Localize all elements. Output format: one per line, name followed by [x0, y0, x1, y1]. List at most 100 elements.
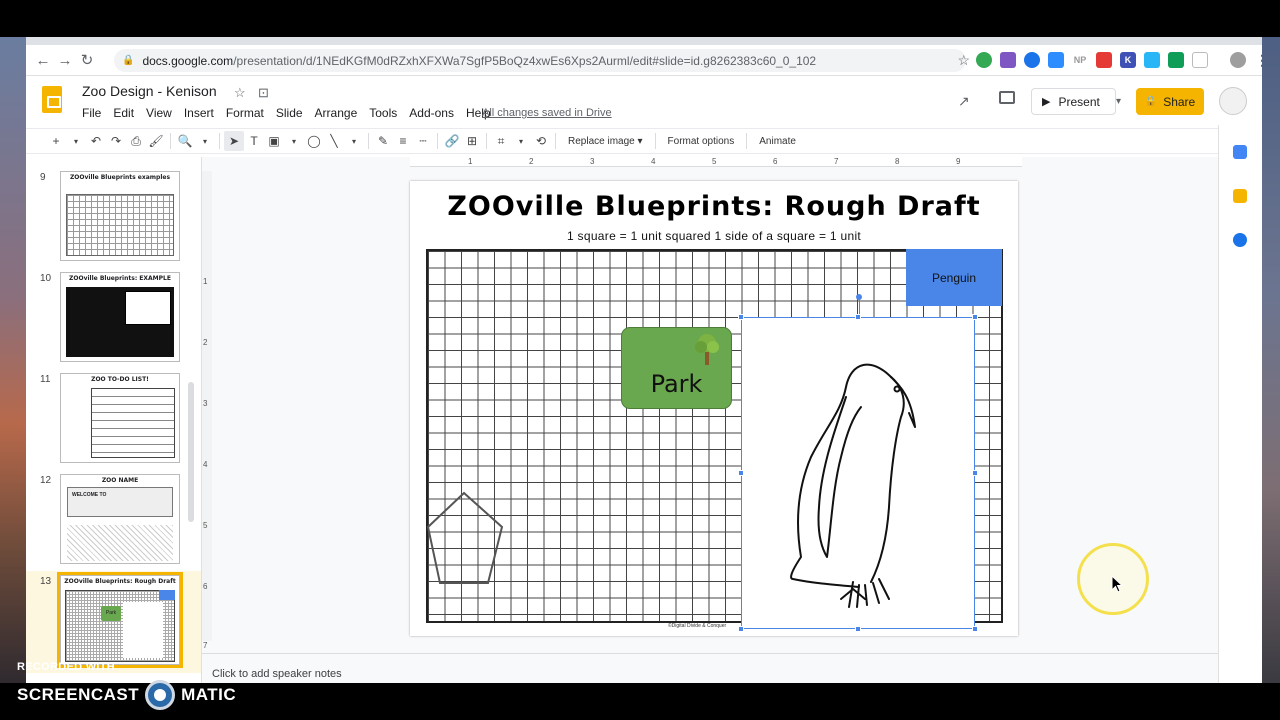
resize-handle[interactable] [738, 626, 744, 632]
text-box-icon[interactable]: T [244, 131, 264, 151]
bookmark-star-icon[interactable]: ☆ [957, 52, 970, 69]
url-field[interactable]: 🔒 docs.google.com /presentation/d/1NEdKG… [114, 49, 970, 72]
zoom-icon[interactable]: 🔍 [175, 131, 195, 151]
zoom-dropdown-icon[interactable]: ▾ [195, 131, 215, 151]
toolbar-divider [368, 133, 369, 149]
print-icon[interactable]: ⎙ [126, 131, 146, 151]
animate-button[interactable]: Animate [751, 136, 804, 147]
menu-tools[interactable]: Tools [369, 106, 397, 120]
slide-thumbnail[interactable]: ZOO TO-DO LIST! [60, 373, 180, 463]
extension-icon[interactable]: K [1120, 52, 1136, 68]
shape-icon[interactable]: ◯ [304, 131, 324, 151]
extension-icon[interactable]: NP [1072, 52, 1088, 68]
filmstrip-scrollbar[interactable] [188, 382, 194, 522]
image-selection-box[interactable] [741, 317, 975, 629]
menu-view[interactable]: View [146, 106, 172, 120]
share-button[interactable]: 🔒 Share [1136, 88, 1204, 115]
extension-icon[interactable] [1096, 52, 1112, 68]
ruler-tick: 1 [203, 277, 208, 286]
resize-handle[interactable] [972, 314, 978, 320]
extension-icon[interactable] [1192, 52, 1208, 68]
slide-thumbnail[interactable]: ZOOville Blueprints: EXAMPLE [60, 272, 180, 362]
slide[interactable]: ZOOville Blueprints: Rough Draft 1 squar… [410, 181, 1018, 636]
slides-logo-icon[interactable] [42, 86, 62, 113]
slide-number: 9 [40, 172, 46, 183]
paint-format-icon[interactable]: 🖌 [146, 131, 166, 151]
line-dropdown-icon[interactable]: ▾ [344, 131, 364, 151]
new-slide-icon[interactable]: + [46, 131, 66, 151]
extension-icon[interactable] [1168, 52, 1184, 68]
replace-image-button[interactable]: Replace image ▾ [560, 136, 651, 147]
notes-divider[interactable] [202, 653, 1218, 654]
redo-icon[interactable]: ↷ [106, 131, 126, 151]
extension-icon[interactable] [1144, 52, 1160, 68]
border-weight-icon[interactable]: ≡ [393, 131, 413, 151]
resize-handle[interactable] [972, 626, 978, 632]
thumbnail-title: ZOOville Blueprints: EXAMPLE [69, 275, 171, 282]
extension-icon[interactable] [1024, 52, 1040, 68]
reload-icon[interactable]: ↻ [76, 49, 98, 71]
speaker-notes-field[interactable]: Click to add speaker notes [212, 668, 342, 680]
slide-title[interactable]: ZOOville Blueprints: Rough Draft [410, 191, 1018, 222]
extension-icon[interactable] [1000, 52, 1016, 68]
calendar-icon[interactable] [1233, 145, 1247, 159]
slide-thumbnail[interactable]: ZOO NAME WELCOME TO [60, 474, 180, 564]
pentagon-shape[interactable] [426, 491, 506, 587]
slide-subtitle[interactable]: 1 square = 1 unit squared 1 side of a sq… [410, 229, 1018, 243]
forward-icon[interactable]: → [54, 49, 76, 71]
resize-handle[interactable] [855, 626, 861, 632]
reset-image-icon[interactable]: ⟲ [531, 131, 551, 151]
move-folder-icon[interactable]: ⊡ [258, 85, 269, 101]
avatar[interactable] [1219, 87, 1247, 115]
thumbnail-penguin [123, 602, 163, 658]
insert-link-icon[interactable]: 🔗 [442, 131, 462, 151]
menu-format[interactable]: Format [226, 106, 264, 120]
present-button[interactable]: ▶ Present [1031, 88, 1116, 115]
activity-dashboard-icon[interactable]: ↗ [958, 93, 970, 110]
ruler-tick: 5 [712, 157, 717, 166]
crop-dropdown-icon[interactable]: ▾ [511, 131, 531, 151]
select-tool-icon[interactable]: ➤ [224, 131, 244, 151]
resize-handle[interactable] [855, 314, 861, 320]
resize-handle[interactable] [738, 470, 744, 476]
resize-handle[interactable] [738, 314, 744, 320]
toolbar-divider [219, 133, 220, 149]
replace-image-label: Replace image [568, 135, 635, 147]
add-comment-icon[interactable]: ⊞ [462, 131, 482, 151]
save-status-link[interactable]: All changes saved in Drive [482, 107, 612, 119]
extension-icon[interactable] [976, 52, 992, 68]
park-exhibit-box[interactable]: Park [621, 327, 732, 409]
format-options-button[interactable]: Format options [660, 136, 743, 147]
document-title[interactable]: Zoo Design - Kenison [82, 83, 217, 99]
new-slide-dropdown-icon[interactable]: ▾ [66, 131, 86, 151]
crop-icon[interactable]: ⌗ [491, 131, 511, 151]
present-dropdown-icon[interactable]: ▾ [1116, 88, 1130, 115]
menu-insert[interactable]: Insert [184, 106, 214, 120]
undo-icon[interactable]: ↶ [86, 131, 106, 151]
star-icon[interactable]: ☆ [234, 85, 246, 101]
thumbnail-park: Park [101, 606, 121, 621]
back-icon[interactable]: ← [32, 49, 54, 71]
profile-icon[interactable] [1230, 52, 1246, 68]
menu-arrange[interactable]: Arrange [315, 106, 358, 120]
penguin-exhibit-box[interactable]: Penguin [906, 249, 1002, 306]
comments-icon[interactable] [999, 91, 1015, 104]
resize-handle[interactable] [972, 470, 978, 476]
border-color-icon[interactable]: ✎ [373, 131, 393, 151]
browser-menu-icon[interactable]: ⋮ [1254, 52, 1262, 68]
slide-thumbnail[interactable]: ZOOville Blueprints examples [60, 171, 180, 261]
menu-addons[interactable]: Add-ons [409, 106, 454, 120]
menu-slide[interactable]: Slide [276, 106, 303, 120]
extension-icon[interactable] [1048, 52, 1064, 68]
image-dropdown-icon[interactable]: ▾ [284, 131, 304, 151]
rotation-handle[interactable] [856, 294, 862, 300]
tasks-icon[interactable] [1233, 233, 1247, 247]
border-dash-icon[interactable]: ┄ [413, 131, 433, 151]
park-label: Park [650, 370, 703, 398]
slide-thumbnail-active[interactable]: ZOOville Blueprints: Rough Draft Park [57, 572, 183, 668]
menu-file[interactable]: File [82, 106, 101, 120]
line-icon[interactable]: ╲ [324, 131, 344, 151]
keep-icon[interactable] [1233, 189, 1247, 203]
menu-edit[interactable]: Edit [113, 106, 134, 120]
image-icon[interactable]: ▣ [264, 131, 284, 151]
